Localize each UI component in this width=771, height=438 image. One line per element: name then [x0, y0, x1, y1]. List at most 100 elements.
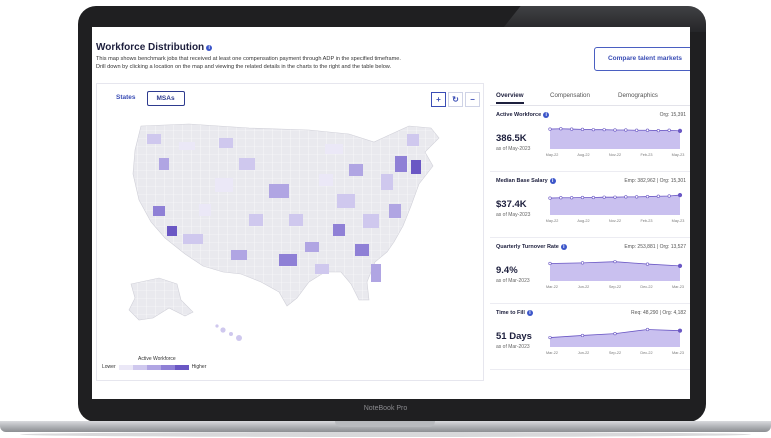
- sparkline-point[interactable]: [656, 128, 660, 133]
- page-description: This map shows benchmark jobs that recei…: [96, 55, 566, 71]
- header: Workforce Distribution i This map shows …: [96, 42, 566, 71]
- sparkline-area: [550, 128, 680, 149]
- sparkline-point[interactable]: [645, 262, 650, 266]
- sparkline-point[interactable]: [548, 127, 552, 131]
- sparkline-point[interactable]: [613, 332, 617, 336]
- sparkline-point[interactable]: [548, 196, 552, 200]
- info-icon[interactable]: i: [549, 178, 556, 184]
- sparkline-point[interactable]: [580, 333, 585, 338]
- metric-value: 9.4%: [496, 265, 518, 276]
- toggle-states[interactable]: States: [107, 91, 145, 106]
- us-map[interactable]: [119, 114, 464, 346]
- sparkline-point[interactable]: [645, 128, 650, 132]
- sparkline-x-tick: Aug-22: [577, 153, 589, 157]
- page-title-text: Workforce Distribution: [96, 42, 205, 53]
- tab-compensation[interactable]: Compensation: [550, 92, 590, 99]
- sparkline-point[interactable]: [580, 195, 585, 200]
- description-line-2: Drill down by clicking a location on the…: [96, 64, 392, 70]
- sparkline-x-tick: Jun-22: [578, 285, 590, 289]
- alaska-shape[interactable]: [128, 277, 194, 321]
- sparkline-point[interactable]: [548, 261, 552, 266]
- sparkline-point[interactable]: [645, 327, 650, 332]
- toggle-msas[interactable]: MSAs: [146, 91, 185, 106]
- sparkline-point[interactable]: [677, 128, 683, 133]
- sparkline-point[interactable]: [570, 196, 574, 200]
- laptop-brand: NoteBook Pro: [363, 405, 408, 412]
- sparkline-point[interactable]: [580, 127, 585, 131]
- sparkline-point[interactable]: [677, 192, 683, 198]
- sparkline-point[interactable]: [613, 260, 617, 264]
- map-level-toggle: States MSAs: [107, 91, 185, 106]
- info-icon[interactable]: i: [526, 310, 533, 316]
- sparkline-point[interactable]: [580, 261, 585, 265]
- metric-card-1[interactable]: Active Workforce i Org: 15,391 386.5K as of …: [490, 109, 690, 172]
- metric-sparkline[interactable]: Mar-22 Jun-22 Sep-22 Dec-22 Mar-23: [546, 251, 686, 291]
- metric-name-text: Active Workforce: [496, 112, 542, 118]
- sparkline-point[interactable]: [613, 128, 617, 132]
- metric-sparkline[interactable]: May-22 Aug-22 Nov-22 Feb-23 May-23: [546, 185, 686, 225]
- sparkline-point[interactable]: [624, 128, 628, 132]
- legend-low-label: Lower: [102, 364, 116, 370]
- metrics-tabs: Overview Compensation Demographics: [490, 89, 690, 106]
- metric-org-count: Req: 48,290 | Org: 4,182: [631, 310, 686, 316]
- metric-org-count: Org: 15,391: [659, 112, 686, 118]
- metric-name: Active Workforce i: [496, 112, 550, 118]
- metric-name-text: Time to Fill: [496, 310, 525, 316]
- sparkline-point[interactable]: [591, 195, 595, 200]
- metric-sparkline[interactable]: Mar-22 Jun-22 Sep-22 Dec-22 Mar-23: [546, 317, 686, 357]
- sparkline-point[interactable]: [667, 128, 671, 132]
- legend-swatch-2: [132, 364, 147, 370]
- compare-talent-markets-button[interactable]: Compare talent markets: [594, 47, 690, 71]
- metric-name: Time to Fill i: [496, 310, 533, 316]
- sparkline-point[interactable]: [559, 127, 563, 131]
- sparkline-point[interactable]: [613, 195, 617, 199]
- metric-as-of: as of May-2023: [496, 212, 531, 218]
- metric-name-text: Median Base Salary: [496, 178, 548, 184]
- sparkline-point[interactable]: [570, 127, 574, 131]
- sparkline-point[interactable]: [591, 128, 595, 132]
- info-icon[interactable]: i: [206, 44, 213, 51]
- metric-org-count: Emp: 382,962 | Org: 15,301: [624, 178, 686, 184]
- sparkline-point[interactable]: [635, 128, 639, 132]
- sparkline-x-tick: Sep-22: [609, 351, 621, 355]
- sparkline-point[interactable]: [635, 195, 639, 199]
- legend-title: Active Workforce: [138, 356, 176, 362]
- metric-card-3[interactable]: Quarterly Turnover Rate i Emp: 253,881 | O…: [490, 241, 690, 304]
- metric-value: 386.5K: [496, 133, 527, 144]
- sparkline-x-tick: Aug-22: [577, 219, 589, 223]
- info-icon[interactable]: i: [543, 112, 550, 118]
- hawaii-shape[interactable]: [215, 324, 242, 341]
- metric-card-4[interactable]: Time to Fill i Req: 48,290 | Org: 4,182 51 …: [490, 307, 690, 370]
- legend-swatch-4: [160, 364, 175, 370]
- zoom-out-button[interactable]: −: [465, 92, 480, 107]
- metric-value: $37.4K: [496, 199, 527, 210]
- metric-card-2[interactable]: Median Base Salary i Emp: 382,962 | Org: 1…: [490, 175, 690, 238]
- sparkline-point[interactable]: [677, 328, 683, 333]
- sparkline-point[interactable]: [548, 335, 552, 340]
- sparkline-point[interactable]: [645, 194, 650, 199]
- sparkline-x-tick: Mar-22: [546, 285, 558, 289]
- sparkline-x-tick: May-23: [672, 153, 685, 157]
- sparkline-point[interactable]: [559, 196, 563, 200]
- zoom-in-button[interactable]: +: [431, 92, 446, 107]
- laptop-shadow: [20, 432, 751, 437]
- sparkline-point[interactable]: [602, 128, 606, 132]
- sparkline-x-tick: Mar-23: [672, 285, 684, 289]
- sparkline-point[interactable]: [624, 195, 628, 199]
- page-title: Workforce Distribution i: [96, 42, 566, 53]
- sparkline-point[interactable]: [656, 194, 660, 198]
- sparkline-x-tick: Feb-23: [640, 153, 652, 157]
- tab-demographics[interactable]: Demographics: [618, 92, 658, 99]
- tab-overview[interactable]: Overview: [496, 92, 524, 104]
- metric-sparkline[interactable]: May-22 Aug-22 Nov-22 Feb-23 May-23: [546, 119, 686, 159]
- sparkline-x-tick: Feb-23: [640, 219, 652, 223]
- sparkline-point[interactable]: [677, 263, 683, 268]
- sparkline-x-tick: Dec-22: [640, 285, 652, 289]
- metric-org-count: Emp: 253,881 | Org: 13,527: [624, 244, 686, 250]
- sparkline-point[interactable]: [667, 194, 671, 198]
- sparkline-x-tick: Sep-22: [609, 285, 621, 289]
- reset-map-button[interactable]: ↻: [448, 92, 463, 107]
- sparkline-point[interactable]: [602, 195, 606, 199]
- map-panel: States MSAs + ↻ − Active Workforce Lower…: [96, 83, 484, 381]
- info-icon[interactable]: i: [560, 244, 567, 250]
